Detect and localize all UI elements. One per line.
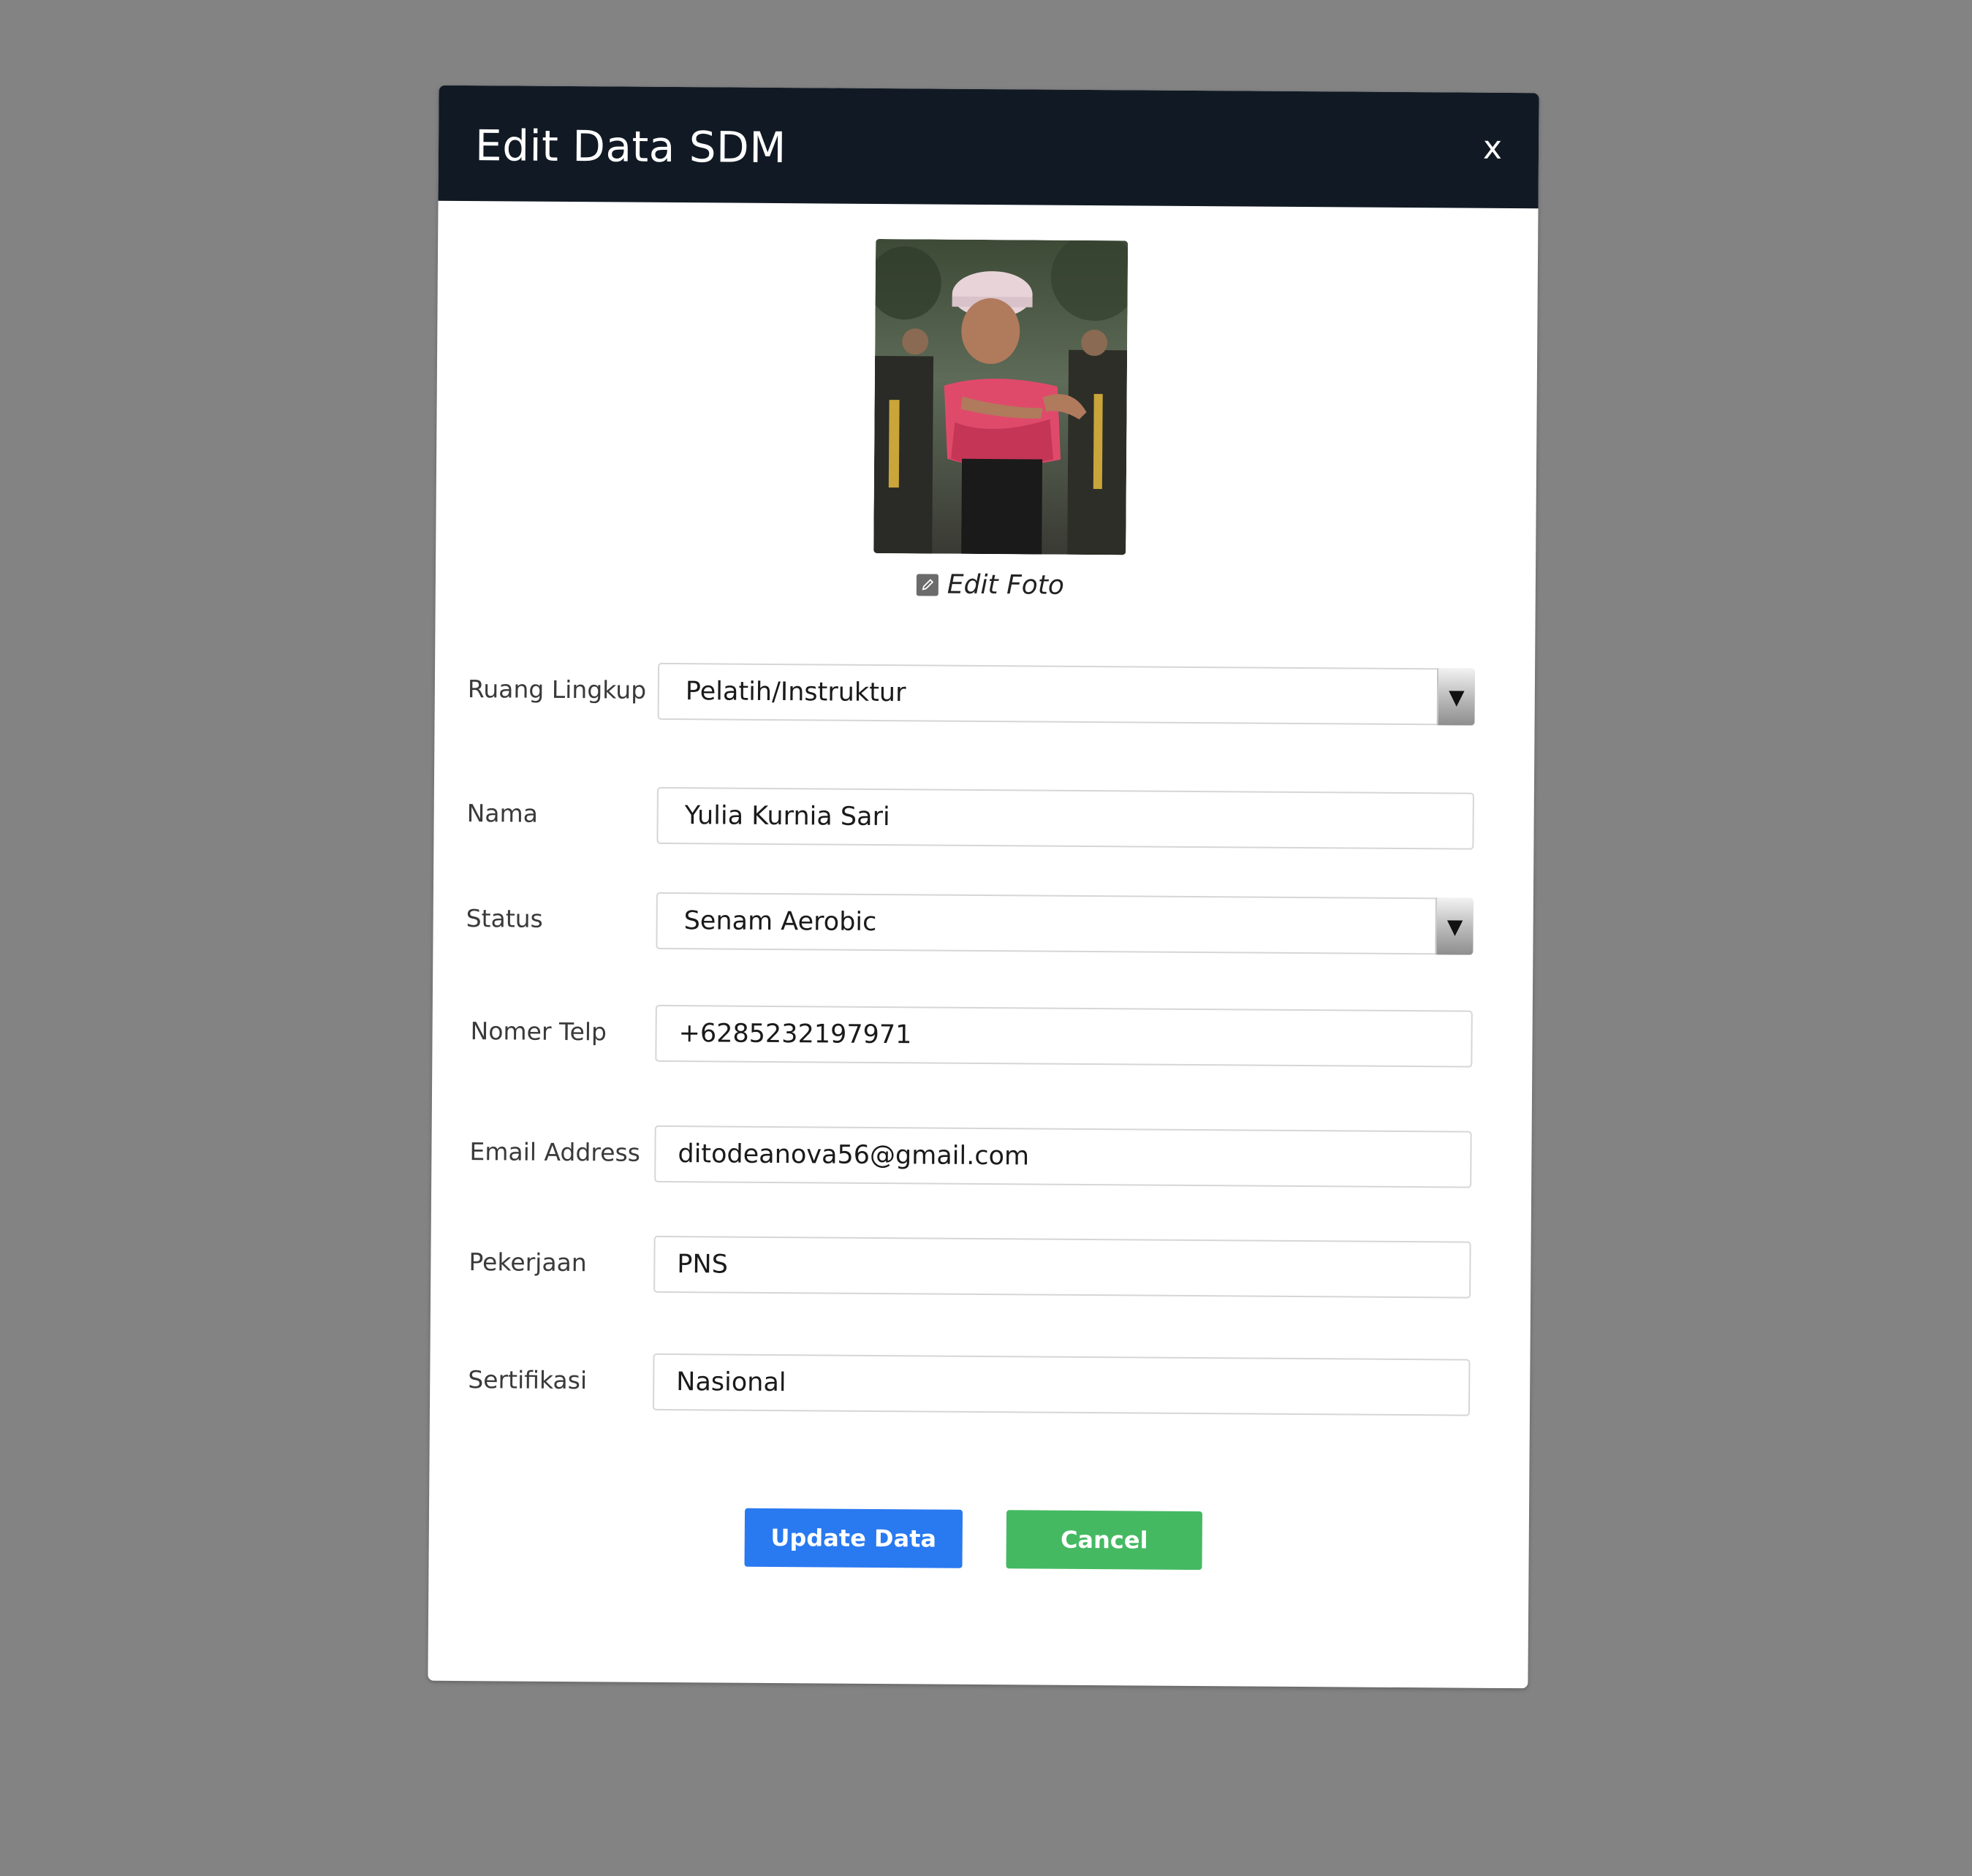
sertifikasi-input[interactable]: Nasional bbox=[652, 1353, 1471, 1416]
row-ruang-lingkup: Ruang Lingkup Pelatih/Instruktur ▼ bbox=[435, 661, 1536, 728]
pekerjaan-value: PNS bbox=[677, 1250, 729, 1280]
status-label: Status bbox=[466, 904, 543, 933]
sertifikasi-value: Nasional bbox=[676, 1367, 786, 1398]
ruang-lingkup-value: Pelatih/Instruktur bbox=[685, 677, 906, 708]
status-select[interactable]: Senam Aerobic ▼ bbox=[656, 892, 1474, 955]
telp-label: Nomer Telp bbox=[470, 1017, 607, 1047]
edit-photo-link[interactable]: Edit Foto bbox=[916, 569, 1065, 601]
nama-label: Nama bbox=[466, 799, 539, 828]
ruang-lingkup-label: Ruang Lingkup bbox=[467, 675, 647, 705]
modal-title: Edit Data SDM bbox=[474, 121, 786, 173]
edit-photo-label: Edit Foto bbox=[947, 569, 1065, 601]
edit-sdm-modal: Edit Data SDM x Edit Foto Ruang Lingkup … bbox=[428, 85, 1539, 1689]
row-telp: Nomer Telp +6285232197971 bbox=[432, 1003, 1533, 1070]
status-value: Senam Aerobic bbox=[683, 906, 877, 937]
email-input[interactable]: ditodeanova56@gmail.com bbox=[654, 1125, 1472, 1188]
pekerjaan-input[interactable]: PNS bbox=[653, 1235, 1471, 1299]
sertifikasi-label: Sertifikasi bbox=[468, 1365, 588, 1395]
row-status: Status Senam Aerobic ▼ bbox=[433, 891, 1533, 957]
profile-photo bbox=[873, 238, 1129, 555]
telp-value: +6285232197971 bbox=[678, 1019, 912, 1050]
close-button[interactable]: x bbox=[1483, 129, 1502, 167]
row-sertifikasi: Sertifikasi Nasional bbox=[430, 1352, 1531, 1419]
chevron-down-icon[interactable]: ▼ bbox=[1435, 897, 1474, 955]
pencil-icon bbox=[916, 573, 938, 596]
update-data-button[interactable]: Update Data bbox=[744, 1508, 963, 1568]
modal-header: Edit Data SDM x bbox=[438, 85, 1539, 209]
ruang-lingkup-select[interactable]: Pelatih/Instruktur ▼ bbox=[657, 662, 1476, 726]
nama-value: Yulia Kurnia Sari bbox=[684, 801, 890, 832]
telp-input[interactable]: +6285232197971 bbox=[655, 1004, 1473, 1068]
row-nama: Nama Yulia Kurnia Sari bbox=[433, 786, 1534, 852]
email-value: ditodeanova56@gmail.com bbox=[678, 1139, 1030, 1171]
email-label: Email Address bbox=[469, 1137, 641, 1167]
pekerjaan-label: Pekerjaan bbox=[469, 1247, 587, 1277]
nama-input[interactable]: Yulia Kurnia Sari bbox=[656, 786, 1474, 850]
chevron-down-icon[interactable]: ▼ bbox=[1436, 668, 1476, 726]
row-pekerjaan: Pekerjaan PNS bbox=[431, 1234, 1531, 1301]
row-email: Email Address ditodeanova56@gmail.com bbox=[431, 1124, 1532, 1190]
cancel-button[interactable]: Cancel bbox=[1006, 1510, 1203, 1571]
